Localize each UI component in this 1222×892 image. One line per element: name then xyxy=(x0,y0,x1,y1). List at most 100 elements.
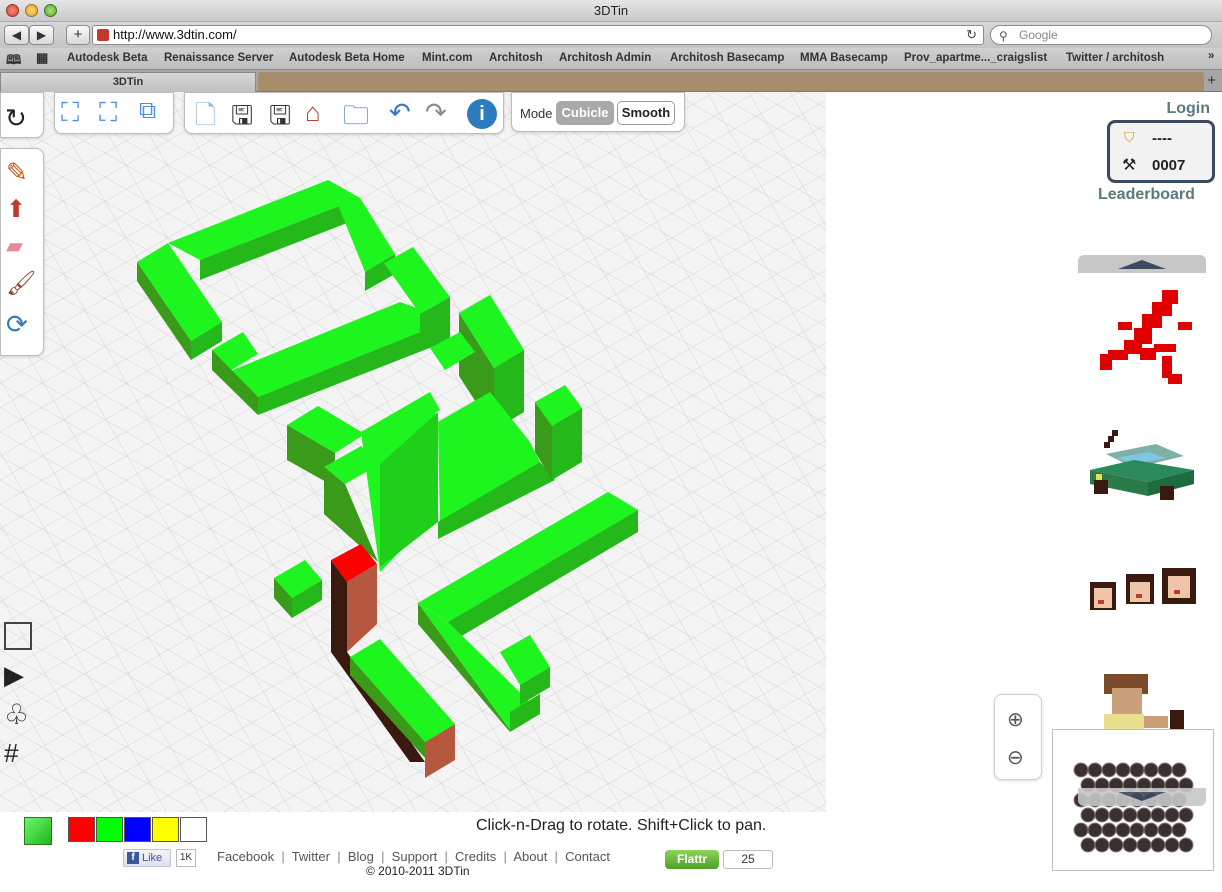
bookmark-item[interactable]: Prov_apartme..._craigslist xyxy=(904,52,1047,64)
sphere-voxel xyxy=(1178,837,1194,853)
bookmark-item[interactable]: Architosh Basecamp xyxy=(670,52,784,64)
color-swatch-blue[interactable] xyxy=(124,817,151,842)
bookmark-item[interactable]: Autodesk Beta xyxy=(67,52,148,64)
frame-view-icon[interactable]: ⛶ xyxy=(99,97,129,127)
bookmarks-bar: 🕮 ▦ Autodesk Beta Renaissance Server Aut… xyxy=(0,48,1222,70)
sphere-voxel xyxy=(1164,837,1180,853)
add-bookmark-button[interactable]: + xyxy=(66,25,90,45)
sphere-voxel xyxy=(1157,762,1173,778)
forward-button[interactable]: ▶ xyxy=(29,25,54,45)
zoom-in-icon[interactable]: ⊕ xyxy=(1007,707,1024,732)
bookmark-item[interactable]: Autodesk Beta Home xyxy=(289,52,405,64)
cube-view-icon[interactable] xyxy=(4,622,32,650)
sphere-voxel xyxy=(1136,807,1152,823)
sphere-voxel xyxy=(1080,837,1096,853)
export-icon[interactable]: ⌂ xyxy=(305,97,335,127)
camera-icon[interactable]: ▶ xyxy=(4,660,34,690)
gallery-scroll-up[interactable] xyxy=(1078,255,1206,273)
sphere-voxel xyxy=(1122,837,1138,853)
sphere-voxel xyxy=(1094,807,1110,823)
footer-link-blog[interactable]: Blog xyxy=(348,849,374,864)
builder-icon: ⚒ xyxy=(1122,157,1137,174)
sphere-voxel xyxy=(1171,822,1187,838)
leaderboard-link[interactable]: Leaderboard xyxy=(1098,186,1195,204)
save-as-icon[interactable]: 🖫 xyxy=(269,97,299,130)
top-sites-grid-icon[interactable]: ▦ xyxy=(36,50,48,66)
new-file-icon[interactable]: 🗋 xyxy=(195,97,225,130)
tab-3dtin[interactable]: 3DTin xyxy=(0,72,256,92)
bookmark-item[interactable]: MMA Basecamp xyxy=(800,52,888,64)
resize-view-icon[interactable]: ⧉ xyxy=(139,97,169,127)
sphere-voxel xyxy=(1143,762,1159,778)
sphere-voxel xyxy=(1143,822,1159,838)
undo-icon[interactable]: ↶ xyxy=(389,97,419,127)
sphere-voxel xyxy=(1080,807,1096,823)
back-button[interactable]: ◀ xyxy=(4,25,29,45)
navigation-hint: Click-n-Drag to rotate. Shift+Click to p… xyxy=(476,817,767,834)
like-label: Like xyxy=(142,852,163,864)
gallery-scroll-down[interactable] xyxy=(1078,788,1206,806)
login-link[interactable]: Login xyxy=(1166,100,1210,118)
bookmark-item[interactable]: Architosh Admin xyxy=(559,52,651,64)
rotate-view-icon[interactable]: ↻ xyxy=(5,103,35,133)
sphere-voxel xyxy=(1094,837,1110,853)
open-folder-icon[interactable]: 🗀 xyxy=(343,97,373,130)
edit-tools-panel: ✎ ⬆ ▰ 🖌 ⟳ xyxy=(0,148,44,356)
footer-link-credits[interactable]: Credits xyxy=(455,849,496,864)
footer-link-contact[interactable]: Contact xyxy=(565,849,610,864)
search-field[interactable]: ⚲ Google xyxy=(990,25,1212,45)
sphere-voxel xyxy=(1108,837,1124,853)
color-swatch-white[interactable] xyxy=(180,817,207,842)
save-icon[interactable]: 🖫 xyxy=(231,97,261,130)
title-bar: 3DTin xyxy=(0,0,1222,22)
footer-link-support[interactable]: Support xyxy=(392,849,438,864)
fit-view-icon[interactable]: ⛶ xyxy=(61,97,91,127)
facebook-icon: f xyxy=(127,852,139,864)
3d-viewport[interactable]: ↻ ✎ ⬆ ▰ 🖌 ⟳ ⛶ ⛶ ⧉ 🗋 🖫 🖫 ⌂ 🗀 ↶ ↷ i Mode C… xyxy=(0,92,826,812)
bookmarks-overflow-icon[interactable]: » xyxy=(1208,50,1214,62)
gallery-model-faces[interactable] xyxy=(1086,560,1202,632)
flattr-button[interactable]: Flattr xyxy=(665,850,719,869)
zoom-panel: ⊕ ⊖ xyxy=(994,694,1042,780)
cubicle-mode-button[interactable]: Cubicle xyxy=(556,101,614,125)
footer-link-twitter[interactable]: Twitter xyxy=(292,849,330,864)
gallery-model-scorpion[interactable] xyxy=(1090,282,1200,402)
smooth-mode-button[interactable]: Smooth xyxy=(617,101,675,125)
footer-link-about[interactable]: About xyxy=(513,849,547,864)
bookmark-item[interactable]: Architosh xyxy=(489,52,543,64)
pencil-icon[interactable]: ✎ xyxy=(6,157,36,187)
refresh-color-icon[interactable]: ⟳ xyxy=(6,309,36,339)
color-swatch-red[interactable] xyxy=(68,817,95,842)
paint-brush-icon[interactable]: 🖌 xyxy=(6,269,36,299)
bookmark-item[interactable]: Twitter / architosh xyxy=(1066,52,1164,64)
bookmark-item[interactable]: Renaissance Server xyxy=(164,52,273,64)
color-swatch-green[interactable] xyxy=(96,817,123,842)
redo-icon[interactable]: ↷ xyxy=(425,97,455,127)
club-shape-icon[interactable]: ♧ xyxy=(4,698,34,730)
like-count: 1K xyxy=(176,849,196,867)
address-bar[interactable]: http://www.3dtin.com/ ↻ xyxy=(92,25,984,45)
sphere-voxel xyxy=(1150,807,1166,823)
zoom-out-icon[interactable]: ⊖ xyxy=(1007,745,1024,770)
reload-icon[interactable]: ↻ xyxy=(966,26,977,44)
sphere-voxel xyxy=(1101,762,1117,778)
sphere-voxel xyxy=(1178,807,1194,823)
footer-links: Facebook | Twitter | Blog | Support | Cr… xyxy=(217,849,610,864)
voxel-scene[interactable] xyxy=(0,92,826,812)
sphere-voxel xyxy=(1129,822,1145,838)
footer-link-facebook[interactable]: Facebook xyxy=(217,849,274,864)
info-icon[interactable]: i xyxy=(467,99,497,129)
eraser-icon[interactable]: ▰ xyxy=(6,233,36,263)
flattr-count: 25 xyxy=(723,850,773,869)
grid-icon[interactable]: # xyxy=(4,738,34,768)
color-swatch-yellow[interactable] xyxy=(152,817,179,842)
tab-strip-background xyxy=(258,72,1204,92)
facebook-like-button[interactable]: f Like xyxy=(123,849,171,867)
new-tab-icon[interactable]: + xyxy=(1207,72,1216,89)
bookmark-item[interactable]: Mint.com xyxy=(422,52,472,64)
gallery-model-car[interactable] xyxy=(1086,424,1198,514)
extrude-icon[interactable]: ⬆ xyxy=(6,195,36,225)
search-placeholder: Google xyxy=(1019,28,1058,42)
window-title: 3DTin xyxy=(593,3,629,18)
current-color-swatch[interactable] xyxy=(24,817,52,845)
